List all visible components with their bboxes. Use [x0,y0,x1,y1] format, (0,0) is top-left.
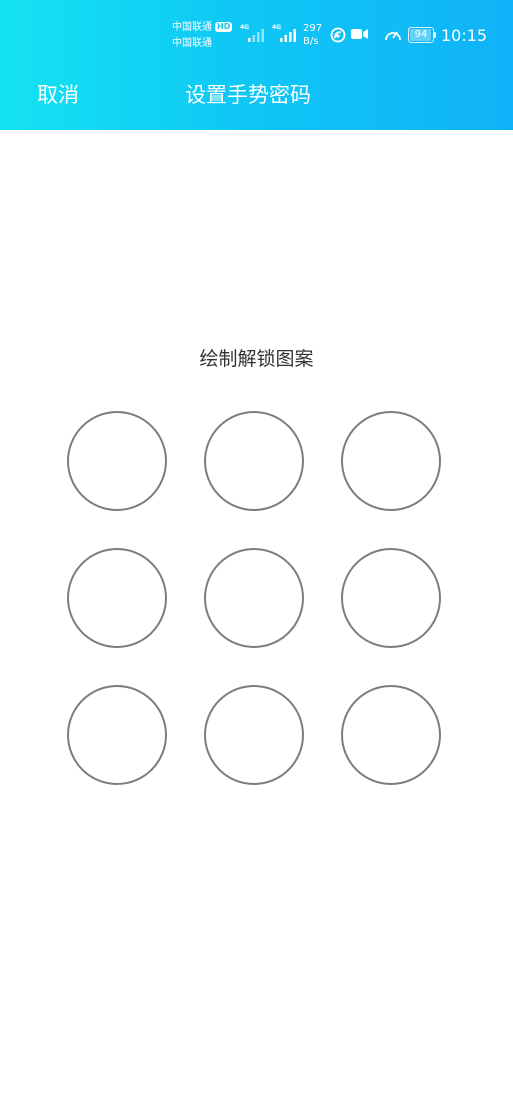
cancel-button[interactable]: 取消 [37,80,79,110]
carrier-info: 中国联通 HD 中国联通 [172,20,233,52]
pattern-point-6[interactable] [341,548,441,648]
signal-icon [280,29,296,42]
pattern-point-8[interactable] [204,685,304,785]
page-title: 设置手势密码 [185,83,311,107]
signal-icon [248,29,264,42]
pattern-point-3[interactable] [341,411,441,511]
carrier-1: 中国联通 HD [172,22,233,33]
battery-icon: 94 [408,27,434,43]
nfc-icon [330,27,346,43]
pattern-point-7[interactable] [67,685,167,785]
video-camera-icon [351,29,368,39]
pattern-point-4[interactable] [67,548,167,648]
speedometer-icon [385,31,401,41]
header: 中国联通 HD 中国联通 4G 4G 297 B/s 94 10:15 取消 设… [0,0,513,130]
status-bar: 中国联通 HD 中国联通 4G 4G 297 B/s 94 10:15 [0,0,513,70]
pattern-point-2[interactable] [204,411,304,511]
pattern-point-5[interactable] [204,548,304,648]
pattern-lock-grid[interactable] [67,411,447,791]
battery-tip [434,32,436,38]
instruction-text: 绘制解锁图案 [199,348,314,370]
battery-level: 94 [414,29,428,40]
pattern-point-1[interactable] [67,411,167,511]
pattern-point-9[interactable] [341,685,441,785]
carrier-2: 中国联通 [172,38,212,49]
clock: 10:15 [441,26,488,45]
network-speed: 297 B/s [303,23,323,47]
hd-voice-icon: HD [215,22,233,32]
